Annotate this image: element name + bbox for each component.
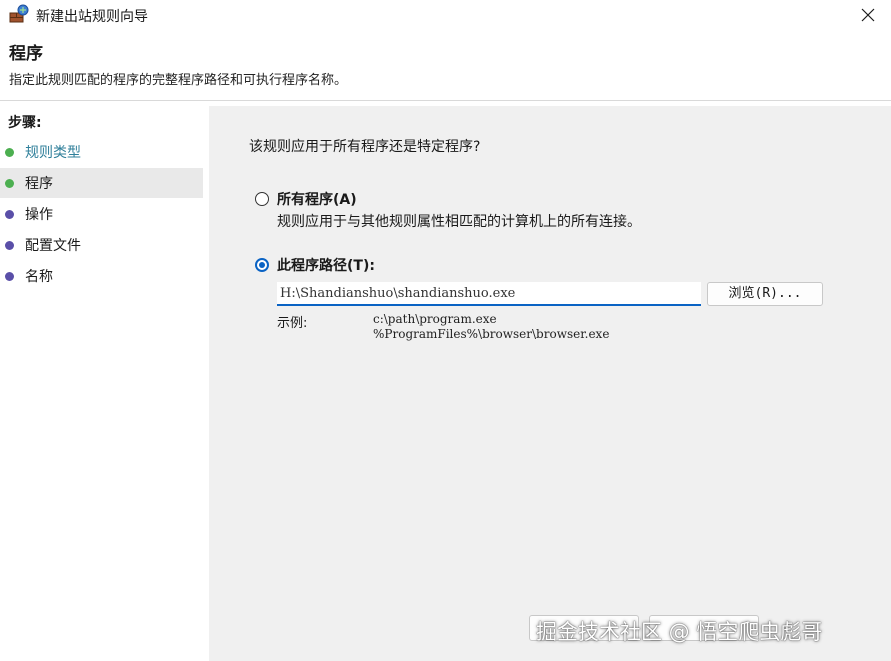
this-program-path-radio[interactable] [255,258,269,272]
step-dot-icon [5,271,14,281]
example-path-2: %ProgramFiles%\browser\browser.exe [373,327,610,341]
step-profile[interactable]: 配置文件 [0,230,203,260]
wizard-header: 程序 指定此规则匹配的程序的完整程序路径和可执行程序名称。 [0,30,891,98]
watermark: 掘金技术社区 @ 悟空爬虫彪哥 [536,620,823,644]
window-title: 新建出站规则向导 [36,9,148,25]
all-programs-description: 规则应用于与其他规则属性相匹配的计算机上的所有连接。 [277,214,641,230]
step-action[interactable]: 操作 [0,199,203,229]
firewall-wizard-icon [9,4,29,24]
this-program-path-label[interactable]: 此程序路径(T): [277,255,375,275]
title-bar: 新建出站规则向导 [0,0,891,30]
step-dot-icon [5,240,14,250]
steps-sidebar: 步骤: 规则类型 程序 操作 配置文件 名称 [0,106,206,661]
close-button[interactable] [845,0,891,30]
question-text: 该规则应用于所有程序还是特定程序? [249,139,481,155]
browse-button[interactable]: 浏览(R)... [707,282,823,306]
step-program[interactable]: 程序 [0,168,203,198]
page-description: 指定此规则匹配的程序的完整程序路径和可执行程序名称。 [9,73,348,88]
step-label: 程序 [25,176,53,192]
step-label: 规则类型 [25,145,81,161]
program-path-input[interactable] [277,282,701,306]
step-name[interactable]: 名称 [0,261,203,291]
example-label: 示例: [277,316,308,331]
step-label: 配置文件 [25,238,81,254]
step-label: 名称 [25,269,53,285]
step-rule-type[interactable]: 规则类型 [0,137,203,167]
step-dot-icon [5,209,14,219]
example-path-1: c:\path\program.exe [373,312,497,326]
page-title: 程序 [9,44,43,64]
all-programs-label[interactable]: 所有程序(A) [277,189,357,209]
close-icon [861,8,875,22]
header-divider [0,100,891,101]
all-programs-radio[interactable] [255,192,269,206]
steps-label: 步骤: [8,115,42,131]
step-label: 操作 [25,207,53,223]
step-dot-icon [5,147,14,157]
wizard-content: 该规则应用于所有程序还是特定程序? 所有程序(A) 规则应用于与其他规则属性相匹… [209,106,891,661]
step-dot-icon [5,178,14,188]
